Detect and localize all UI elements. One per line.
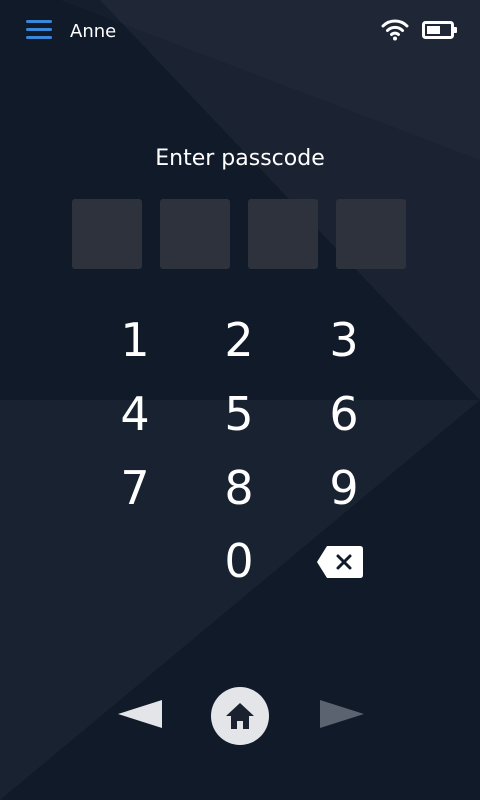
keypad-key-4[interactable]: 4 bbox=[95, 382, 175, 446]
keypad-key-0[interactable]: 0 bbox=[199, 529, 279, 593]
keypad-key-8[interactable]: 8 bbox=[199, 456, 279, 520]
hamburger-menu-icon[interactable] bbox=[26, 18, 54, 44]
keypad-key-6[interactable]: 6 bbox=[304, 382, 384, 446]
keypad-key-3[interactable]: 3 bbox=[304, 308, 384, 372]
backspace-icon[interactable] bbox=[316, 545, 364, 579]
keypad-key-1[interactable]: 1 bbox=[95, 308, 175, 372]
keypad-key-2[interactable]: 2 bbox=[199, 308, 279, 372]
back-arrow-icon[interactable] bbox=[117, 699, 163, 729]
forward-arrow-icon[interactable] bbox=[319, 699, 365, 729]
menu-line bbox=[26, 36, 52, 39]
passcode-prompt: Enter passcode bbox=[155, 146, 325, 171]
home-button[interactable] bbox=[211, 687, 269, 745]
menu-line bbox=[26, 20, 52, 23]
battery-icon bbox=[422, 21, 457, 39]
user-name[interactable]: Anne bbox=[70, 21, 116, 42]
passcode-digit-slot-2 bbox=[160, 199, 230, 269]
passcode-digit-slot-3 bbox=[248, 199, 318, 269]
keypad-key-9[interactable]: 9 bbox=[304, 456, 384, 520]
passcode-screen: Anne Enter passcode 1 2 3 4 5 6 7 8 9 0 bbox=[0, 0, 480, 800]
wifi-icon bbox=[381, 19, 409, 41]
passcode-digit-slot-1 bbox=[72, 199, 142, 269]
home-icon bbox=[226, 703, 254, 729]
keypad-key-7[interactable]: 7 bbox=[95, 456, 175, 520]
keypad-key-5[interactable]: 5 bbox=[199, 382, 279, 446]
menu-line bbox=[26, 28, 52, 31]
passcode-digit-slot-4 bbox=[336, 199, 406, 269]
